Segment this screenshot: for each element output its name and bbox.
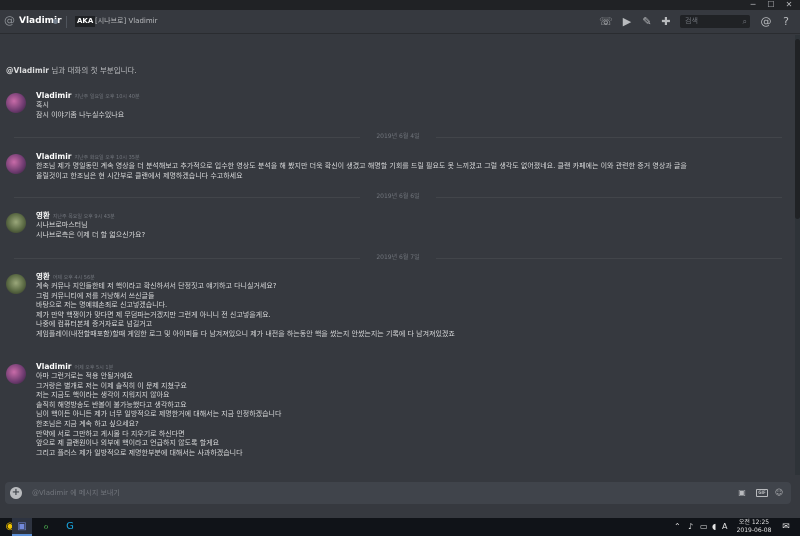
message-line: 바탕으로 저는 명예훼손죄로 신고넣겠습니다. bbox=[36, 301, 168, 310]
dm-header: @ Vladimir AKA [시나브로] Vladimir ☏ ▶ ✎ ✚ 검… bbox=[0, 10, 800, 34]
date-divider: 2019년 6월 6일 bbox=[14, 192, 782, 202]
date-divider: 2019년 6월 4일 bbox=[14, 132, 782, 142]
message-line: 님이 핵이든 아니든 제가 너무 일방적으로 제명한거에 대해서는 지금 인정하… bbox=[36, 410, 282, 419]
date-divider: 2019년 6월 7일 bbox=[14, 253, 782, 263]
author-name[interactable]: Vladimir bbox=[36, 152, 71, 161]
gift-icon[interactable]: ▣ bbox=[736, 487, 748, 499]
add-friend-icon[interactable]: ✚ bbox=[659, 15, 673, 29]
status-icon bbox=[53, 19, 58, 24]
tray-chevron-icon[interactable]: ⌃ bbox=[674, 521, 681, 533]
vladimir-avatar[interactable] bbox=[6, 93, 26, 113]
pinned-messages-icon[interactable]: ✎ bbox=[640, 15, 654, 29]
discord-window: ─ ☐ ✕ @ Vladimir AKA [시나브로] Vladimir ☏ ▶… bbox=[0, 0, 800, 536]
younghwan-avatar[interactable] bbox=[6, 213, 26, 233]
message-line: 제가 만약 핵쟁이가 맞다면 제 무덤파는거겠지만 그런게 아니니 전 신고넣을… bbox=[36, 310, 271, 319]
message-timestamp: 지난주 목요일 오후 9시 43분 bbox=[52, 214, 115, 220]
date-label: 2019년 6월 7일 bbox=[360, 253, 436, 263]
message-line: 그거랑은 별개로 저는 이제 솔직히 이 문제 지쳤구요 bbox=[36, 381, 187, 390]
aka-badge: AKA bbox=[75, 16, 96, 27]
emoji-icon[interactable]: ☺ bbox=[773, 487, 785, 499]
message-line: 그럼 커뮤니티에 저를 거낭해서 쓰신글들 bbox=[36, 291, 155, 300]
message-line: 한조님 제가 명일동민 계속 영상을 더 분석해보고 추가적으로 입수한 영상도… bbox=[36, 162, 687, 170]
video-call-icon[interactable]: ▶ bbox=[620, 15, 634, 29]
taskbar-clock[interactable]: 오전 12:25 2019-06-08 bbox=[732, 519, 776, 535]
taskbar-app-green[interactable]: ℴ bbox=[36, 518, 56, 536]
ime-icon[interactable]: A bbox=[722, 521, 727, 533]
message-line: 아마 그런거로는 적용 안될거에요 bbox=[36, 372, 133, 380]
message-line: 혹시 bbox=[36, 101, 49, 109]
logitech-g-icon: G bbox=[66, 521, 74, 532]
voice-call-icon[interactable]: ☏ bbox=[599, 15, 613, 29]
author-name[interactable]: 영환 bbox=[36, 211, 50, 220]
message-line: 게임플레이(내전할때포함)할때 게임한 로그 및 아이피들 다 남겨져있으니 제… bbox=[36, 329, 455, 338]
nickname-label: [시나브로] Vladimir bbox=[95, 17, 158, 25]
microphone-icon[interactable]: ♪ bbox=[688, 521, 693, 533]
vladimir-avatar[interactable] bbox=[6, 364, 26, 384]
conversation-intro: @Vladimir 님과 대화의 첫 부분입니다. bbox=[6, 66, 137, 76]
message-timestamp: 지난주 화요일 오후 10시 35분 bbox=[74, 155, 140, 161]
search-icon: ⌕ bbox=[742, 17, 747, 26]
message-line: 만약에 서로 그만하고 게시물 다 지우기로 하신다면 bbox=[36, 429, 185, 438]
help-icon[interactable]: ? bbox=[779, 15, 793, 29]
discord-icon: ▣ bbox=[17, 521, 27, 532]
message-line: 잠시 이야기좀 나누실수있나요 bbox=[36, 110, 125, 119]
clock-date: 2019-06-08 bbox=[736, 527, 772, 534]
message-line: 한조님은 지금 계속 하고 싶으세요? bbox=[36, 419, 139, 428]
message-line: 시나브로측은 이제 더 할 얿으신가요? bbox=[36, 230, 146, 239]
message-line: 그리고 플러스 제가 일방적으로 제명한부분에 대해서는 사과하겠습니다 bbox=[36, 448, 243, 457]
intro-text: 님과 대화의 첫 부분입니다. bbox=[48, 66, 137, 75]
gif-button[interactable]: GIF bbox=[756, 489, 768, 497]
message-timestamp: 어제 오후 5시 1분 bbox=[74, 365, 114, 371]
minimize-icon[interactable]: ─ bbox=[744, 0, 762, 10]
title-bar: ─ ☐ ✕ bbox=[0, 0, 800, 10]
maximize-icon[interactable]: ☐ bbox=[762, 0, 780, 10]
author-name[interactable]: Vladimir bbox=[36, 91, 71, 100]
clock-time: 오전 12:25 bbox=[738, 519, 770, 526]
close-icon[interactable]: ✕ bbox=[780, 0, 798, 10]
mentions-icon[interactable]: @ bbox=[759, 15, 773, 29]
search-placeholder: 검색 bbox=[685, 17, 698, 25]
message-input[interactable] bbox=[32, 487, 712, 499]
volume-icon[interactable]: ◖ bbox=[712, 521, 716, 533]
message-line: 앞으로 제 클랜원이나 외부에 핵이라고 언급하지 않도록 할게요 bbox=[36, 439, 220, 448]
message-line: 솔직히 해명방송도 반볼이 불가능했다고 생각하고요 bbox=[36, 400, 187, 409]
date-label: 2019년 6월 6일 bbox=[360, 192, 436, 202]
date-label: 2019년 6월 4일 bbox=[360, 132, 436, 142]
at-icon: @ bbox=[4, 14, 15, 27]
network-icon[interactable]: ▭ bbox=[700, 521, 708, 533]
message-line: 올릴것이고 한조님은 현 시간부로 클랜에서 제명하겠습니다 수고하세요 bbox=[36, 171, 243, 180]
author-name[interactable]: Vladimir bbox=[36, 362, 71, 371]
message-list[interactable]: @Vladimir 님과 대화의 첫 부분입니다. Vladimir 지난주 일요… bbox=[0, 35, 795, 475]
vladimir-avatar[interactable] bbox=[6, 154, 26, 174]
upload-plus-icon[interactable]: + bbox=[10, 487, 22, 499]
search-input[interactable]: 검색 ⌕ bbox=[680, 15, 750, 28]
younghwan-avatar[interactable] bbox=[6, 274, 26, 294]
header-divider bbox=[66, 16, 67, 28]
app-icon: ℴ bbox=[43, 521, 49, 532]
message-line: 나중에 컴퓨터본체 증거자료로 넘길거고 bbox=[36, 320, 153, 329]
message-line: 시나브로마스터님 bbox=[36, 221, 88, 229]
notification-icon[interactable]: ✉ bbox=[779, 520, 793, 534]
message-line: 계속 커뮤나 지인들한테 저 핵이라고 확신하셔서 단정짓고 얘기하고 다니실거… bbox=[36, 282, 277, 290]
message-line: 저는 지금도 핵이라는 생각이 지워지지 않아요 bbox=[36, 391, 170, 400]
message-timestamp: 어제 오후 4시 56분 bbox=[52, 275, 95, 281]
message-scrollbar[interactable] bbox=[795, 35, 800, 475]
author-name[interactable]: 영환 bbox=[36, 272, 50, 281]
scrollbar-thumb[interactable] bbox=[795, 39, 800, 219]
message-timestamp: 지난주 일요일 오후 10시 40분 bbox=[74, 94, 140, 100]
intro-name: @Vladimir bbox=[6, 66, 49, 75]
taskbar-app-discord[interactable]: ▣ bbox=[12, 518, 32, 536]
message-composer: + ▣ GIF ☺ bbox=[5, 482, 791, 504]
windows-taskbar: ◉ ▣ ℴ G ⌃ ♪ ▭ ◖ A 오전 12:25 2019-06-08 ✉ bbox=[0, 518, 800, 536]
taskbar-app-logitech[interactable]: G bbox=[60, 518, 80, 536]
